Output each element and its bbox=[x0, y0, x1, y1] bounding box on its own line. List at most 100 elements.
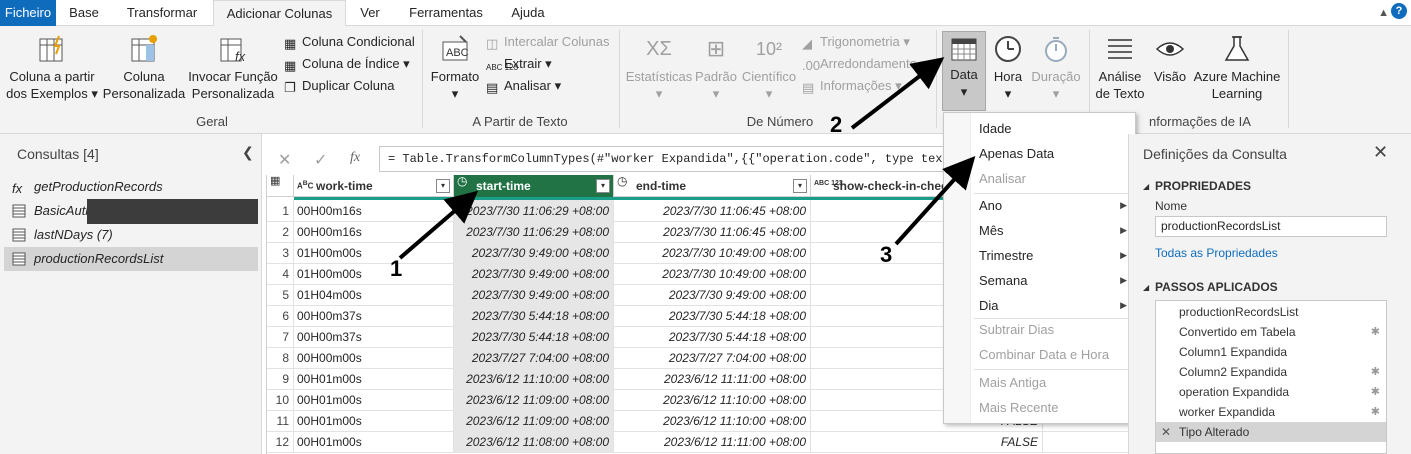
duplicate-column-button[interactable]: ❐ Duplicar Coluna bbox=[284, 78, 395, 95]
fx-icon[interactable]: fx bbox=[350, 150, 360, 166]
index-column-button[interactable]: ▦ Coluna de Índice ▾ bbox=[284, 56, 410, 73]
menu-item-combine-date-time[interactable]: Combinar Data e Hora bbox=[944, 342, 1135, 367]
row-number[interactable]: 7 bbox=[267, 326, 294, 348]
start-time-cell[interactable]: 2023/6/12 11:09:00 +08:00 bbox=[454, 389, 614, 411]
conditional-column-button[interactable]: ▦ Coluna Condicional bbox=[284, 34, 415, 51]
check-cell[interactable]: FALSE bbox=[811, 431, 1043, 453]
text-analytics-button[interactable]: Análise de Texto bbox=[1094, 34, 1146, 102]
collapse-panel-icon[interactable]: ❮ bbox=[242, 144, 254, 161]
end-time-cell[interactable]: 2023/7/30 5:44:18 +08:00 bbox=[614, 326, 811, 348]
end-time-cell[interactable]: 2023/7/30 5:44:18 +08:00 bbox=[614, 305, 811, 327]
query-item[interactable]: fx getProductionRecords bbox=[4, 175, 258, 199]
applied-step[interactable]: Convertido em Tabela ✱ bbox=[1156, 322, 1386, 342]
rounding-button[interactable]: .00Arredondamento ▾ bbox=[802, 56, 927, 73]
applied-step[interactable]: worker Expandida ✱ bbox=[1156, 402, 1386, 422]
end-time-cell[interactable]: 2023/6/12 11:11:00 +08:00 bbox=[614, 431, 811, 453]
applied-step[interactable]: productionRecordsList bbox=[1156, 302, 1386, 322]
end-time-cell[interactable]: 2023/6/12 11:11:00 +08:00 bbox=[614, 368, 811, 390]
invoke-custom-function-button[interactable]: fx Invocar Função Personalizada bbox=[188, 34, 278, 102]
table-menu-button[interactable]: ▦ bbox=[267, 175, 294, 197]
tab-ver[interactable]: Ver bbox=[348, 0, 392, 26]
row-number[interactable]: 9 bbox=[267, 368, 294, 390]
start-time-cell[interactable]: 2023/7/30 5:44:18 +08:00 bbox=[454, 305, 614, 327]
end-time-cell[interactable]: 2023/7/27 7:04:00 +08:00 bbox=[614, 347, 811, 369]
end-time-cell[interactable]: 2023/7/30 10:49:00 +08:00 bbox=[614, 242, 811, 264]
query-item-selected[interactable]: productionRecordsList bbox=[4, 247, 258, 271]
row-number[interactable]: 3 bbox=[267, 242, 294, 264]
start-time-cell[interactable]: 2023/7/30 5:44:18 +08:00 bbox=[454, 326, 614, 348]
gear-icon[interactable]: ✱ bbox=[1371, 322, 1380, 342]
row-number[interactable]: 10 bbox=[267, 389, 294, 411]
tab-base[interactable]: Base bbox=[58, 0, 110, 26]
tab-transformar[interactable]: Transformar bbox=[112, 0, 212, 26]
menu-item-day[interactable]: Dia ▶ bbox=[944, 293, 1135, 318]
query-name-input[interactable]: productionRecordsList bbox=[1155, 216, 1387, 237]
row-number[interactable]: 6 bbox=[267, 305, 294, 327]
start-time-cell[interactable]: 2023/7/30 11:06:29 +08:00 bbox=[454, 221, 614, 243]
all-properties-link[interactable]: Todas as Propriedades bbox=[1155, 246, 1278, 260]
work-time-cell[interactable]: 00H00m00s bbox=[294, 347, 454, 369]
start-time-cell[interactable]: 2023/7/30 9:49:00 +08:00 bbox=[454, 284, 614, 306]
tab-ajuda[interactable]: Ajuda bbox=[500, 0, 556, 26]
delete-step-icon[interactable]: ✕ bbox=[1161, 422, 1171, 442]
row-number[interactable]: 5 bbox=[267, 284, 294, 306]
start-time-cell[interactable]: 2023/7/27 7:04:00 +08:00 bbox=[454, 347, 614, 369]
row-number[interactable]: 11 bbox=[267, 410, 294, 432]
filter-dropdown-icon[interactable]: ▾ bbox=[596, 179, 610, 193]
work-time-cell[interactable]: 00H00m16s bbox=[294, 200, 454, 222]
column-header[interactable]: ◷ end-time ▾ bbox=[614, 175, 811, 197]
gear-icon[interactable]: ✱ bbox=[1371, 382, 1380, 402]
start-time-cell[interactable]: 2023/7/30 9:49:00 +08:00 bbox=[454, 263, 614, 285]
row-number[interactable]: 4 bbox=[267, 263, 294, 285]
work-time-cell[interactable]: 00H01m00s bbox=[294, 368, 454, 390]
menu-item-earliest[interactable]: Mais Antiga bbox=[944, 370, 1135, 395]
cancel-icon[interactable]: ✕ bbox=[278, 150, 291, 170]
gear-icon[interactable]: ✱ bbox=[1371, 402, 1380, 422]
applied-step[interactable]: operation Expandida ✱ bbox=[1156, 382, 1386, 402]
end-time-cell[interactable]: 2023/7/30 11:06:45 +08:00 bbox=[614, 200, 811, 222]
work-time-cell[interactable]: 00H01m00s bbox=[294, 389, 454, 411]
date-button[interactable]: Data ▾ bbox=[942, 36, 986, 100]
applied-step-selected[interactable]: ✕ Tipo Alterado bbox=[1156, 422, 1386, 442]
work-time-cell[interactable]: 01H00m00s bbox=[294, 263, 454, 285]
menu-item-quarter[interactable]: Trimestre ▶ bbox=[944, 243, 1135, 268]
work-time-cell[interactable]: 00H00m37s bbox=[294, 305, 454, 327]
applied-step[interactable]: Column1 Expandida bbox=[1156, 342, 1386, 362]
statistics-button[interactable]: XΣ Estatísticas ▾ bbox=[624, 34, 694, 102]
tab-adicionar-colunas[interactable]: Adicionar Colunas bbox=[213, 0, 346, 27]
menu-item-parse[interactable]: Analisar bbox=[944, 166, 1135, 191]
duration-button[interactable]: Duração ▾ bbox=[1028, 34, 1084, 102]
scientific-button[interactable]: 10² Científico ▾ bbox=[740, 34, 798, 102]
column-header[interactable]: ABC work-time ▾ bbox=[294, 175, 454, 197]
applied-step[interactable]: Column2 Expandida ✱ bbox=[1156, 362, 1386, 382]
filter-dropdown-icon[interactable]: ▾ bbox=[793, 179, 807, 193]
menu-item-week[interactable]: Semana ▶ bbox=[944, 268, 1135, 293]
column-header-selected[interactable]: ◷ start-time ▾ bbox=[454, 175, 614, 197]
end-time-cell[interactable]: 2023/7/30 10:49:00 +08:00 bbox=[614, 263, 811, 285]
menu-item-age[interactable]: Idade bbox=[944, 116, 1135, 141]
row-number[interactable]: 12 bbox=[267, 431, 294, 453]
extract-button[interactable]: ABC 123Extrair ▾ bbox=[486, 56, 552, 78]
query-item[interactable]: lastNDays (7) bbox=[4, 223, 258, 247]
end-time-cell[interactable]: 2023/7/30 11:06:45 +08:00 bbox=[614, 221, 811, 243]
row-number[interactable]: 1 bbox=[267, 200, 294, 222]
work-time-cell[interactable]: 00H00m16s bbox=[294, 221, 454, 243]
trigonometry-button[interactable]: ◢ Trigonometria ▾ bbox=[802, 34, 910, 51]
row-number[interactable]: 2 bbox=[267, 221, 294, 243]
work-time-cell[interactable]: 00H00m37s bbox=[294, 326, 454, 348]
azure-ml-button[interactable]: Azure Machine Learning bbox=[1192, 34, 1282, 102]
tab-ficheiro[interactable]: Ficheiro bbox=[0, 0, 56, 26]
work-time-cell[interactable]: 01H04m00s bbox=[294, 284, 454, 306]
close-icon[interactable]: ✕ bbox=[1373, 142, 1388, 163]
end-time-cell[interactable]: 2023/7/30 9:49:00 +08:00 bbox=[614, 284, 811, 306]
work-time-cell[interactable]: 01H00m00s bbox=[294, 242, 454, 264]
parse-button[interactable]: ▤ Analisar ▾ bbox=[486, 78, 561, 95]
tab-ferramentas[interactable]: Ferramentas bbox=[396, 0, 496, 26]
start-time-cell[interactable]: 2023/6/12 11:09:00 +08:00 bbox=[454, 410, 614, 432]
expand-triangle-icon[interactable]: ◢ bbox=[1143, 182, 1149, 191]
start-time-cell[interactable]: 2023/7/30 11:06:29 +08:00 bbox=[454, 200, 614, 222]
start-time-cell[interactable]: 2023/7/30 9:49:00 +08:00 bbox=[454, 242, 614, 264]
standard-button[interactable]: ⊞ Padrão ▾ bbox=[694, 34, 738, 102]
row-number[interactable]: 8 bbox=[267, 347, 294, 369]
vision-button[interactable]: Visão bbox=[1150, 34, 1190, 85]
